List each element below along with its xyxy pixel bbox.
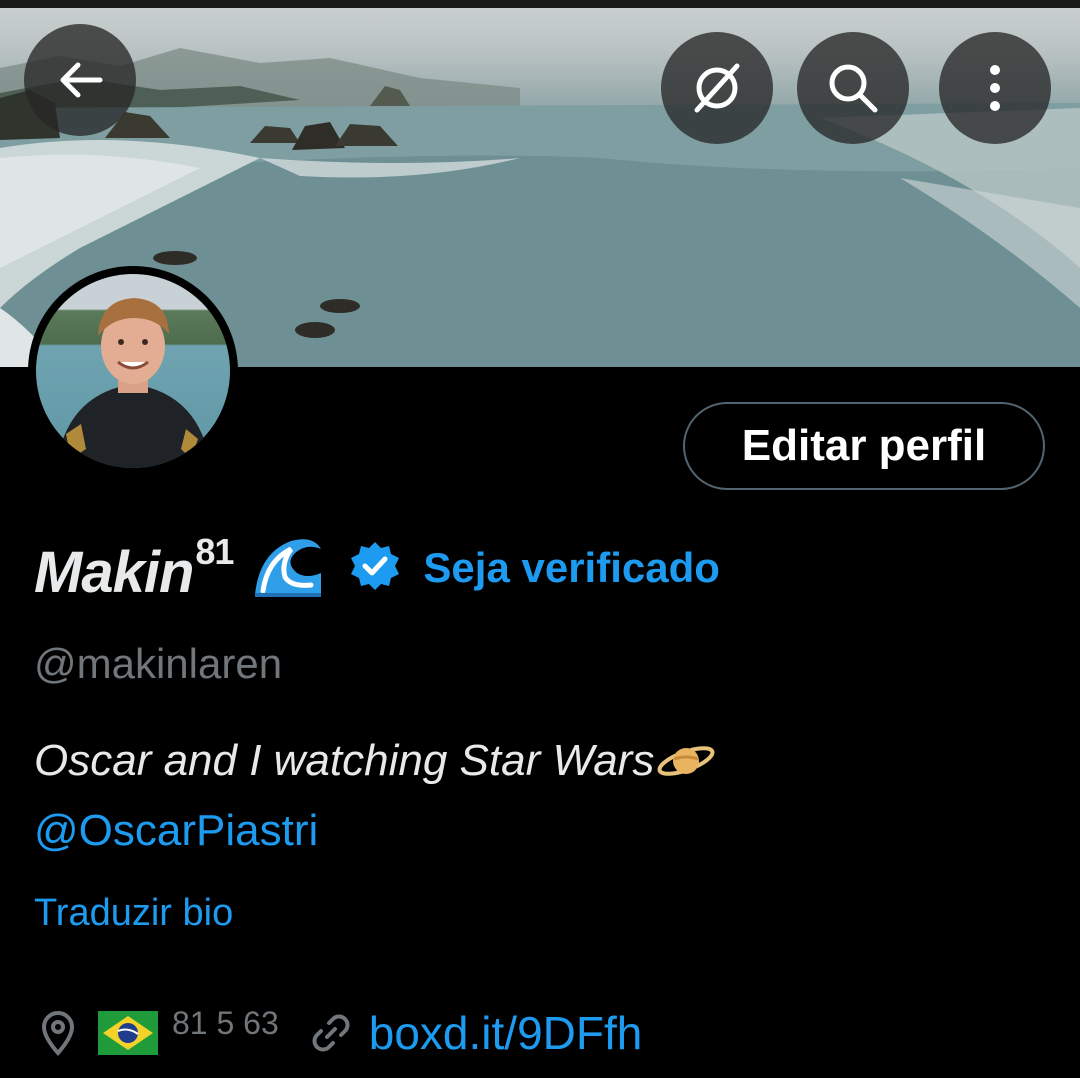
verified-badge[interactable] bbox=[349, 540, 401, 597]
wave-emoji-icon bbox=[255, 538, 322, 597]
bio-mention-link[interactable]: @OscarPiastri bbox=[34, 806, 318, 856]
ringed-planet-emoji bbox=[657, 746, 715, 776]
translate-bio-link[interactable]: Traduzir bio bbox=[34, 892, 233, 935]
brazil-flag bbox=[98, 1011, 158, 1055]
more-vertical-icon bbox=[990, 65, 1000, 111]
profile-handle: @makinlaren bbox=[34, 640, 283, 687]
website-link[interactable]: boxd.it/9DFfh bbox=[369, 1006, 643, 1060]
location-pin-icon bbox=[41, 1011, 75, 1057]
status-strip bbox=[0, 0, 1080, 8]
name-row: Makin81 Seja verificado bbox=[34, 528, 720, 608]
wave-emoji bbox=[251, 533, 325, 604]
more-button[interactable] bbox=[939, 32, 1051, 144]
search-icon bbox=[829, 64, 878, 113]
display-name-text: Makin bbox=[34, 539, 194, 605]
edit-profile-button[interactable]: Editar perfil bbox=[683, 402, 1045, 490]
slashed-circle-icon bbox=[694, 63, 740, 113]
display-name: Makin81 bbox=[34, 530, 234, 606]
location-text: 81 5 63 bbox=[172, 1004, 279, 1041]
profile-meta-row: 81 5 63 boxd.it/9DFfh bbox=[38, 1005, 642, 1061]
bio: Oscar and I watching Star Wars bbox=[34, 736, 716, 786]
avatar bbox=[36, 274, 230, 468]
arrow-left-icon bbox=[60, 62, 103, 98]
search-button[interactable] bbox=[797, 32, 909, 144]
verified-badge-icon bbox=[351, 541, 400, 590]
grok-button[interactable] bbox=[661, 32, 773, 144]
avatar-image bbox=[56, 298, 211, 468]
bio-text: Oscar and I watching Star Wars bbox=[34, 736, 655, 785]
link-icon bbox=[312, 1014, 350, 1052]
back-button[interactable] bbox=[24, 24, 136, 136]
avatar-ring[interactable] bbox=[28, 266, 238, 476]
get-verified-link[interactable]: Seja verificado bbox=[423, 544, 719, 592]
display-name-superscript: 81 bbox=[195, 530, 234, 572]
